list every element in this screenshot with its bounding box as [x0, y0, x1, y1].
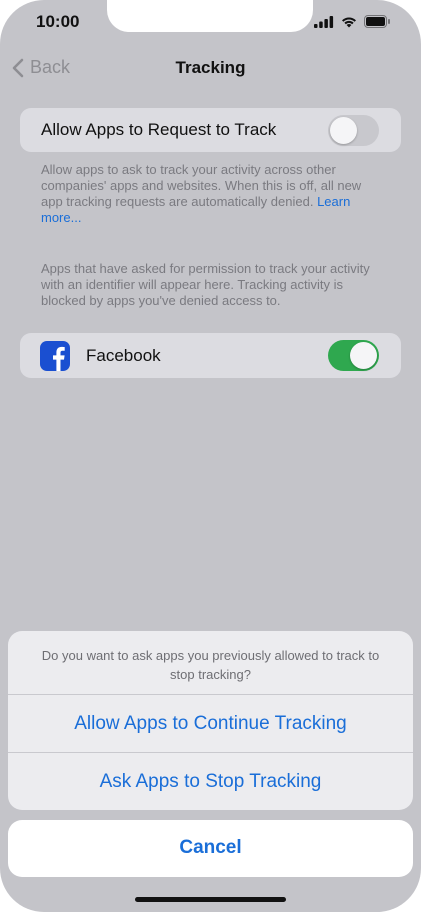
app-name: Facebook — [86, 346, 161, 365]
camera-notch — [107, 0, 313, 32]
apps-info-text: Apps that have asked for permission to t… — [41, 261, 370, 308]
allow-request-label: Allow Apps to Request to Track — [41, 120, 277, 139]
cancel-button[interactable]: Cancel — [8, 820, 413, 877]
allow-request-description-text: Allow apps to ask to track your activity… — [41, 162, 362, 209]
action-sheet: Do you want to ask apps you previously a… — [8, 631, 413, 810]
page-title: Tracking — [175, 58, 246, 77]
battery-icon — [364, 15, 390, 28]
action-sheet-message: Do you want to ask apps you previously a… — [41, 648, 380, 682]
status-time: 10:00 — [36, 12, 80, 31]
phone-screen: 10:00 Back Tracking Allow Apps to Reques… — [0, 0, 421, 912]
facebook-toggle[interactable] — [328, 340, 379, 371]
stop-tracking-button[interactable]: Ask Apps to Stop Tracking — [8, 753, 413, 810]
home-indicator[interactable] — [135, 897, 286, 902]
continue-tracking-button[interactable]: Allow Apps to Continue Tracking — [8, 695, 413, 752]
wifi-icon — [342, 17, 356, 27]
allow-request-description: Allow apps to ask to track your activity… — [41, 162, 371, 226]
status-icons — [314, 15, 391, 28]
allow-request-row[interactable]: Allow Apps to Request to Track — [20, 108, 401, 152]
app-row-facebook[interactable]: Facebook — [20, 333, 401, 378]
allow-request-toggle[interactable] — [328, 115, 379, 146]
facebook-icon — [40, 341, 70, 371]
signal-icon — [314, 15, 334, 28]
cancel-label: Cancel — [179, 837, 242, 858]
nav-bar: Back Tracking — [0, 48, 421, 88]
toggle-knob — [330, 117, 357, 144]
toggle-knob — [350, 342, 377, 369]
